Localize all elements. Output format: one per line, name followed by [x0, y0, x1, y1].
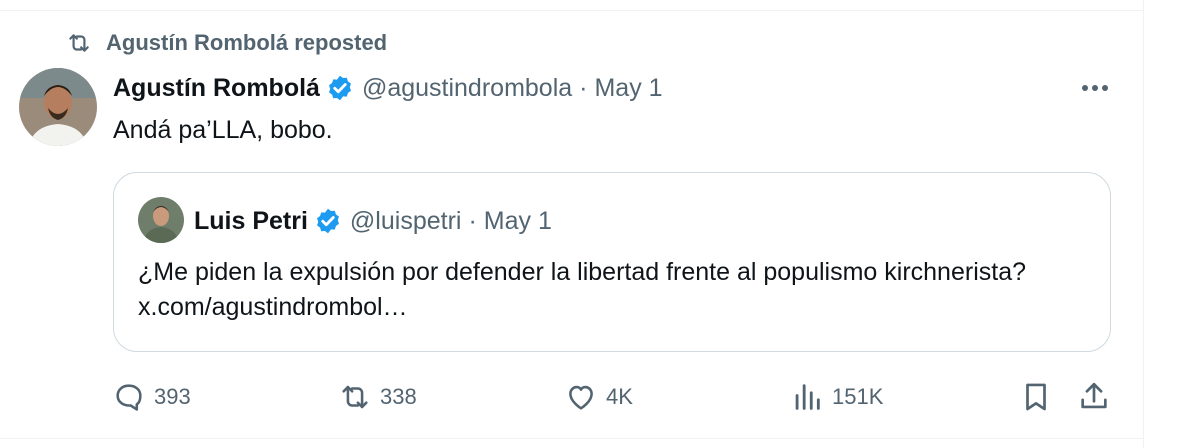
column-border	[1143, 0, 1144, 448]
repost-count: 338	[380, 384, 417, 409]
tweet-date[interactable]: May 1	[594, 74, 662, 103]
quoted-tweet-date[interactable]: May 1	[484, 207, 552, 236]
bottom-divider	[0, 438, 1143, 439]
separator-dot: ·	[468, 206, 477, 235]
tweet-text: Andá pa’LLA, bobo.	[113, 116, 333, 144]
separator-dot: ·	[579, 73, 588, 102]
author-name[interactable]: Agustín Rombolá	[113, 74, 320, 103]
tweet-header: Agustín Rombolá @agustindrombola · May 1	[113, 70, 663, 106]
repost-icon	[69, 34, 89, 52]
tweet-actions-bar: 393 338 4K 151K	[0, 375, 1143, 419]
quoted-tweet-header: Luis Petri @luispetri · May 1	[194, 203, 552, 239]
quoted-author-handle[interactable]: @luispetri	[350, 207, 462, 236]
more-icon	[1082, 85, 1108, 91]
more-options-button[interactable]	[1075, 74, 1115, 102]
bookmark-button[interactable]	[1019, 375, 1053, 419]
quoted-tweet-card[interactable]: Luis Petri @luispetri · May 1 ¿Me piden …	[113, 172, 1111, 352]
top-divider	[0, 10, 1143, 11]
analytics-icon	[795, 384, 820, 410]
bookmark-icon	[1026, 383, 1046, 411]
quoted-author-name[interactable]: Luis Petri	[194, 207, 308, 236]
author-handle[interactable]: @agustindrombola	[362, 74, 572, 103]
avatar[interactable]	[19, 68, 97, 146]
repost-button[interactable]: 338	[338, 375, 417, 419]
verified-badge-icon[interactable]	[326, 74, 354, 102]
reply-count: 393	[154, 384, 191, 409]
like-button[interactable]: 4K	[564, 375, 633, 419]
reply-button[interactable]: 393	[112, 375, 191, 419]
repost-icon	[342, 385, 368, 409]
reply-icon	[116, 384, 142, 411]
views-button[interactable]: 151K	[790, 375, 883, 419]
quoted-tweet-text: ¿Me piden la expulsión por defender la l…	[138, 258, 1027, 321]
share-icon	[1081, 382, 1107, 409]
views-count: 151K	[832, 384, 884, 409]
like-count: 4K	[606, 384, 633, 409]
quoted-avatar[interactable]	[138, 197, 184, 243]
heart-icon	[569, 385, 593, 410]
repost-indicator[interactable]: Agustín Rombolá reposted	[64, 30, 387, 56]
share-button[interactable]	[1077, 375, 1111, 419]
repost-label: Agustín Rombolá reposted	[106, 30, 388, 55]
verified-badge-icon[interactable]	[314, 207, 342, 235]
